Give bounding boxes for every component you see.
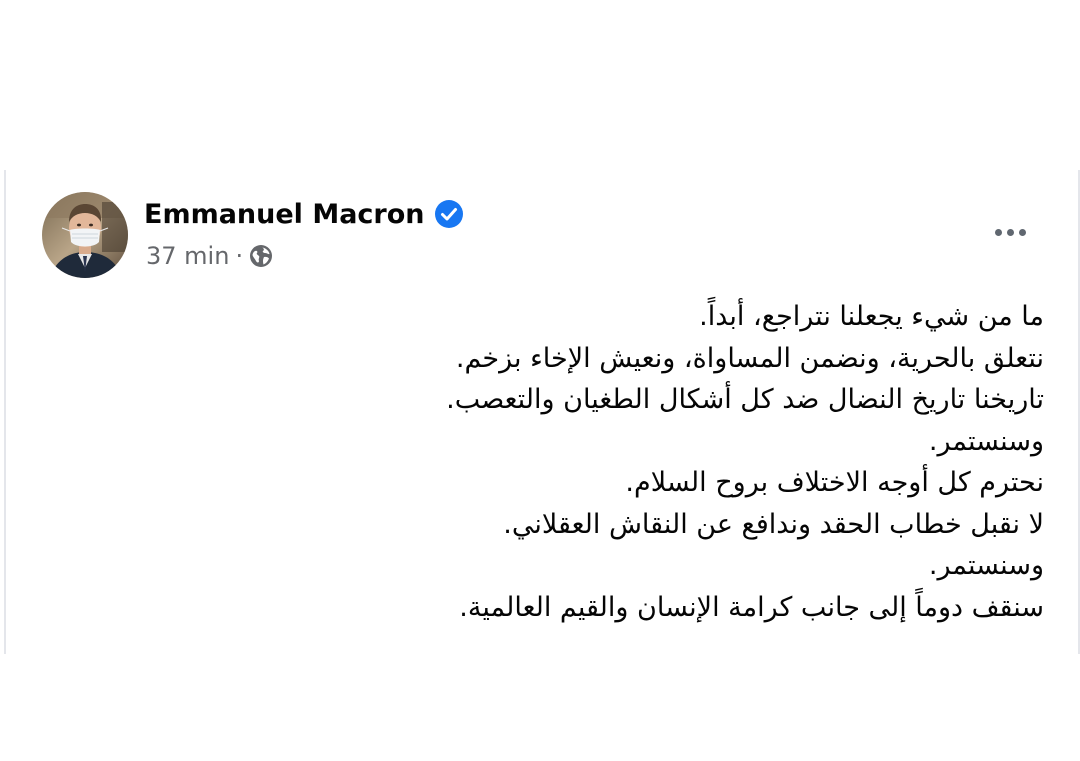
author-name[interactable]: Emmanuel Macron [144,199,425,230]
more-dot [994,228,1002,236]
post-text-line: نحترم كل أوجه الاختلاف بروح السلام. [625,467,1044,498]
post-text-line: تاريخنا تاريخ النضال ضد كل أشكال الطغيان… [446,384,1044,415]
avatar-photo [42,192,128,278]
more-dot [1006,228,1014,236]
avatar[interactable] [42,192,128,278]
post-text-line: وسنستمر. [928,425,1044,457]
post-meta: 37 min · [146,240,273,272]
post-text-line: سنقف دوماً إلى جانب كرامة الإنسان والقيم… [459,591,1044,623]
post-text-line: وسنستمر. [928,550,1044,581]
meta-separator: · [235,242,244,270]
post-text-line: نتعلق بالحرية، ونضمن المساواة، ونعيش الإ… [455,342,1044,374]
post-text: ما من شيء يجعلنا نتراجع، أبداً. نتعلق با… [344,296,1044,628]
post-text-line: لا نقبل خطاب الحقد وندافع عن النقاش العق… [503,508,1044,540]
author-header: Emmanuel Macron [144,192,464,236]
verified-badge-icon [434,199,464,229]
post-card: Emmanuel Macron 37 min · ما من شيء يجعلن… [4,170,1080,654]
more-options-button[interactable] [990,212,1030,252]
globe-icon[interactable] [249,244,273,268]
post-timestamp[interactable]: 37 min [146,242,229,270]
more-dot [1018,228,1026,236]
post-text-line: ما من شيء يجعلنا نتراجع، أبداً. [699,301,1044,332]
